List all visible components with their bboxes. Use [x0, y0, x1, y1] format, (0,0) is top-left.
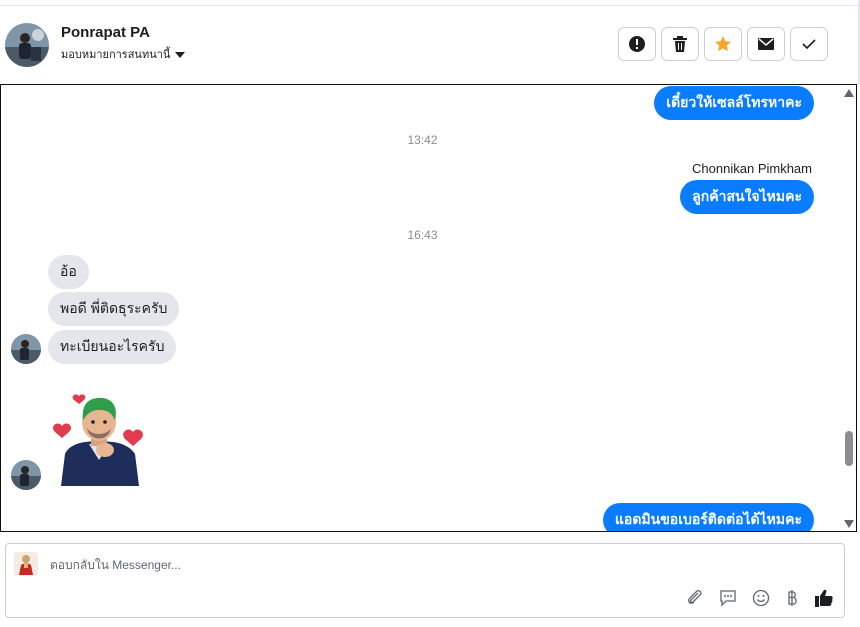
speech-bubble-icon: [720, 590, 736, 607]
sticker-image: [51, 388, 151, 486]
star-button[interactable]: [704, 27, 742, 61]
message-timestamp: 13:42: [407, 133, 438, 147]
smiley-icon: [752, 589, 770, 607]
message-outgoing: แอดมินขอเบอร์ติดต่อได้ไหมคะ: [602, 503, 814, 531]
contact-avatar[interactable]: [5, 23, 49, 67]
message-incoming: ทะเบียนอะไรครับ: [48, 330, 177, 364]
sender-avatar: [11, 334, 41, 364]
reply-composer: [5, 543, 845, 618]
reply-input[interactable]: [50, 558, 650, 572]
message-outgoing: ลูกค้าสนใจไหมคะ: [680, 180, 814, 214]
conversation-header: Ponrapat PA มอบหมายการสนทนานี้: [0, 6, 858, 84]
scroll-up-arrow[interactable]: [844, 89, 854, 97]
like-button[interactable]: [813, 587, 835, 609]
star-icon: [715, 36, 731, 52]
scrollbar-thumb[interactable]: [845, 431, 853, 466]
message-incoming: อ้อ: [48, 255, 89, 289]
mark-unread-button[interactable]: [747, 27, 785, 61]
payment-button[interactable]: [781, 587, 803, 609]
assign-conversation-dropdown[interactable]: มอบหมายการสนทนานี้: [61, 45, 186, 63]
delete-button[interactable]: [661, 27, 699, 61]
emoji-button[interactable]: [750, 587, 772, 609]
message-outgoing: เดี๋ยวให้เซลล์โทรหาคะ: [654, 86, 814, 120]
page-avatar: [14, 552, 38, 576]
message-incoming: พอดี พี่ติดธุระครับ: [48, 292, 180, 326]
scroll-down-arrow[interactable]: [844, 520, 854, 528]
caret-down-icon: [175, 52, 186, 59]
check-icon: [802, 39, 816, 50]
mark-done-button[interactable]: [790, 27, 828, 61]
message-thread[interactable]: เดี๋ยวให้เซลล์โทรหาคะ 13:42 Chonnikan Pi…: [0, 84, 857, 532]
thumbs-up-icon: [815, 589, 833, 607]
alert-icon: [629, 36, 645, 52]
baht-icon: [788, 590, 797, 606]
assign-label: มอบหมายการสนทนานี้: [61, 49, 171, 61]
mail-icon: [758, 38, 774, 50]
attach-button[interactable]: [684, 587, 706, 609]
trash-icon: [673, 36, 687, 52]
sender-avatar: [11, 460, 41, 490]
paperclip-icon: [688, 590, 702, 604]
message-timestamp: 16:43: [407, 228, 438, 242]
saved-replies-button[interactable]: [717, 587, 739, 609]
mark-spam-button[interactable]: [618, 27, 656, 61]
sender-name: Chonnikan Pimkham: [692, 161, 812, 176]
contact-name: Ponrapat PA: [61, 24, 150, 41]
